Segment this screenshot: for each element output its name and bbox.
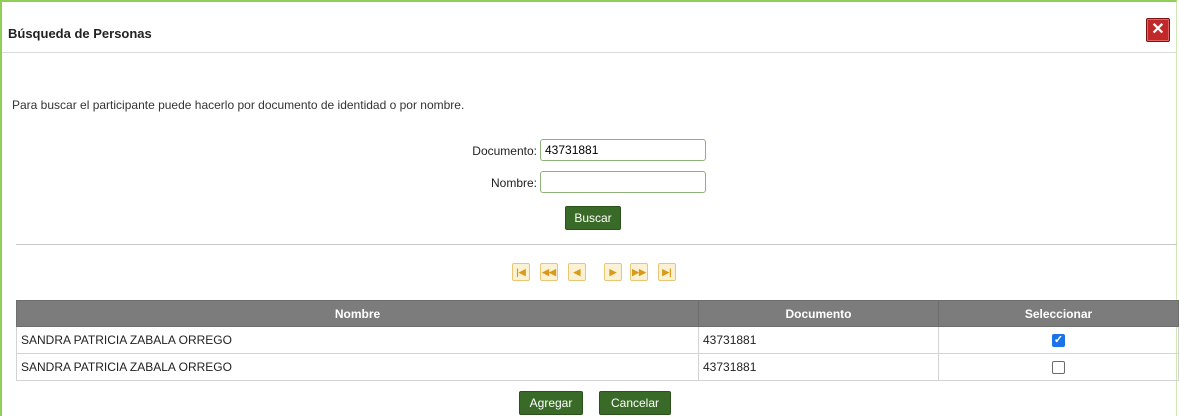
cell-documento: 43731881	[698, 326, 939, 354]
cell-seleccionar: ✓	[938, 326, 1179, 354]
rewind-button[interactable]: ◀◀	[540, 263, 558, 281]
nombre-label: Nombre:	[490, 176, 537, 190]
table-row[interactable]: SANDRA PATRICIA ZABALA ORREGO 43731881 ✓	[16, 326, 1179, 354]
cell-seleccionar	[938, 353, 1179, 381]
close-button[interactable]: ✕	[1146, 18, 1170, 42]
header-documento: Documento	[698, 300, 939, 327]
next-page-icon: ▶	[609, 267, 617, 277]
select-checkbox[interactable]: ✓	[1052, 334, 1065, 348]
header-seleccionar: Seleccionar	[938, 300, 1179, 327]
nombre-input[interactable]	[540, 171, 706, 193]
documento-input[interactable]	[540, 139, 706, 161]
cell-nombre: SANDRA PATRICIA ZABALA ORREGO	[16, 326, 699, 354]
add-button[interactable]: Agregar	[519, 391, 583, 415]
table-header-row: Nombre Documento Seleccionar	[16, 300, 1179, 327]
rewind-icon: ◀◀	[542, 267, 556, 277]
prev-page-button[interactable]: ◀	[568, 263, 586, 281]
documento-label: Documento:	[472, 144, 537, 158]
search-button[interactable]: Buscar	[565, 206, 621, 230]
first-page-button[interactable]: |◀	[512, 263, 530, 281]
last-page-button[interactable]: ▶|	[658, 263, 676, 281]
fast-forward-icon: ▶▶	[632, 267, 646, 277]
dialog-titlebar: Búsqueda de Personas ✕	[2, 2, 1176, 53]
results-table: Nombre Documento Seleccionar SANDRA PATR…	[16, 300, 1179, 381]
documento-row: Documento:	[442, 139, 537, 161]
close-icon: ✕	[1151, 21, 1165, 38]
intro-text: Para buscar el participante puede hacerl…	[12, 98, 465, 112]
cell-documento: 43731881	[698, 353, 939, 381]
last-page-icon: ▶|	[662, 267, 672, 277]
checkmark-icon: ✓	[1053, 334, 1064, 347]
divider	[16, 244, 1177, 245]
nombre-row: Nombre:	[442, 171, 537, 193]
search-dialog: Búsqueda de Personas ✕ Para buscar el pa…	[0, 0, 1179, 416]
first-page-icon: |◀	[516, 267, 526, 277]
cancel-button[interactable]: Cancelar	[599, 391, 671, 415]
dialog-title: Búsqueda de Personas	[8, 26, 152, 41]
select-checkbox[interactable]	[1052, 361, 1065, 375]
next-page-button[interactable]: ▶	[604, 263, 622, 281]
prev-page-icon: ◀	[573, 267, 581, 277]
fast-forward-button[interactable]: ▶▶	[630, 263, 648, 281]
cell-nombre: SANDRA PATRICIA ZABALA ORREGO	[16, 353, 699, 381]
table-row[interactable]: SANDRA PATRICIA ZABALA ORREGO 43731881	[16, 353, 1179, 381]
header-nombre: Nombre	[16, 300, 699, 327]
pager: |◀ ◀◀ ◀ ▶ ▶▶ ▶|	[512, 263, 682, 281]
